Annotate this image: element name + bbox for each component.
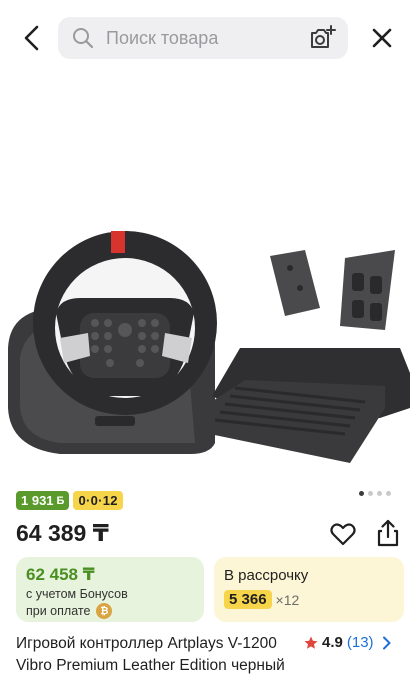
pager-dot-active[interactable] [359, 491, 364, 496]
product-gallery[interactable] [0, 76, 420, 476]
product-image[interactable] [0, 158, 420, 468]
pager-dot[interactable] [377, 491, 382, 496]
product-price: 64 389 ₸ [16, 520, 109, 546]
product-title: Игровой контроллер Artplays V-1200 Vibro… [16, 635, 285, 674]
rating-value: 4.9 [322, 634, 343, 651]
installment-row: 5 366 ×12 [224, 590, 299, 609]
search-icon [73, 28, 94, 49]
top-bar [0, 0, 420, 76]
bonus-note-line1: с учетом Бонусов [26, 587, 128, 601]
bonus-price-card[interactable]: 62 458 ₸ с учетом Бонусов при оплате ₿ [16, 557, 204, 622]
installment-term: ×12 [275, 591, 300, 608]
installment-badge: 0·0·12 [73, 491, 123, 510]
pager-dot[interactable] [368, 491, 373, 496]
heart-icon[interactable] [330, 522, 356, 546]
bonus-badge-value: 1 931 [21, 493, 54, 508]
coin-icon: ₿ [96, 603, 113, 619]
installment-card[interactable]: В рассрочку 5 366 ×12 [214, 557, 404, 622]
camera-icon[interactable] [308, 25, 336, 51]
review-count[interactable]: (13) [347, 634, 374, 651]
gallery-pager[interactable] [359, 491, 391, 496]
share-icon[interactable] [375, 519, 401, 547]
back-button[interactable] [16, 22, 48, 54]
back-arrow-icon [24, 25, 39, 51]
badges: 1 931 Б 0·0·12 [16, 491, 123, 510]
star-icon [304, 636, 318, 649]
pager-dot[interactable] [386, 491, 391, 496]
search-bar[interactable] [58, 17, 348, 59]
bonus-note-line2: при оплате ₿ [26, 603, 113, 619]
close-button[interactable] [366, 22, 398, 54]
bonus-badge: 1 931 Б [16, 491, 70, 510]
bonus-price: 62 458 ₸ [26, 565, 95, 584]
close-icon [372, 28, 392, 48]
bonus-note-text: при оплате [26, 604, 91, 618]
rating-link[interactable]: 4.9 (13) [304, 634, 392, 651]
installment-title: В рассрочку [224, 567, 309, 584]
search-input[interactable] [106, 17, 296, 59]
chevron-right-icon [382, 636, 391, 649]
installment-amount: 5 366 [224, 590, 272, 609]
bonus-glyph-icon: Б [56, 494, 65, 507]
